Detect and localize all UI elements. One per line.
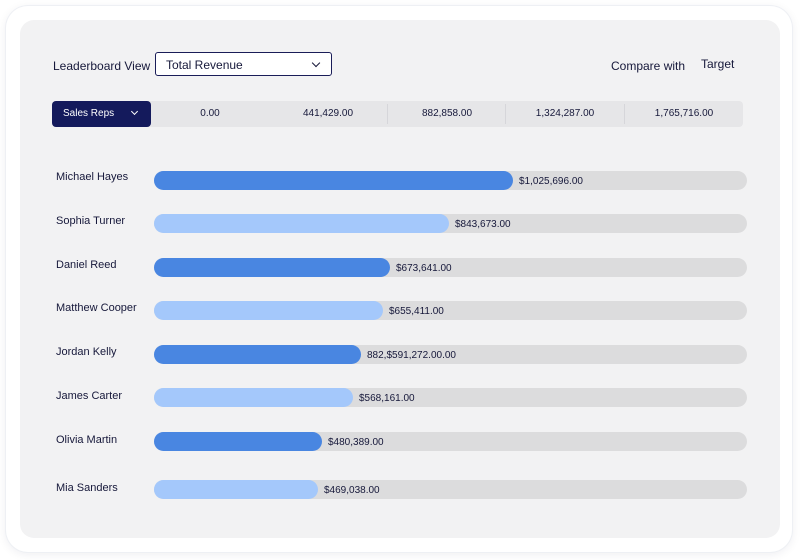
bar-value-label: $673,641.00 (396, 263, 452, 274)
rep-name: Olivia Martin (56, 434, 118, 446)
bar-value-label: $568,161.00 (359, 393, 415, 404)
bar-fill (154, 171, 513, 190)
metric-select-value: Total Revenue (166, 58, 243, 72)
bar-track (154, 171, 747, 190)
rep-name: Matthew Cooper (56, 302, 137, 314)
bar-track (154, 388, 747, 407)
bar-track (154, 432, 747, 451)
axis-tick-label: 1,324,287.00 (535, 108, 595, 119)
metric-select[interactable]: Total Revenue (155, 52, 332, 76)
leaderboard-panel (20, 20, 780, 538)
bar-fill (154, 432, 322, 451)
rep-name: Daniel Reed (56, 259, 117, 271)
bar-track (154, 480, 747, 499)
sales-reps-dropdown[interactable]: Sales Reps (52, 101, 151, 127)
compare-target-option[interactable]: Target (701, 57, 734, 72)
axis-tick-label: 882,858.00 (421, 108, 473, 119)
chevron-down-icon (311, 58, 321, 68)
bar-value-label: $843,673.00 (455, 219, 511, 230)
leaderboard-view-label: Leaderboard View (53, 59, 151, 73)
axis-divider (624, 104, 625, 124)
bar-track (154, 301, 747, 320)
bar-track (154, 214, 747, 233)
bar-fill (154, 480, 318, 499)
bar-fill (154, 345, 361, 364)
bar-fill (154, 388, 353, 407)
bar-value-label: $480,389.00 (328, 437, 384, 448)
rep-name: James Carter (56, 390, 123, 402)
rep-name: Jordan Kelly (56, 346, 117, 358)
rep-name: Mia Sanders (56, 482, 118, 494)
bar-value-label: $655,411.00 (389, 306, 444, 317)
bar-value-label: 882,$591,272.00.00 (367, 350, 456, 361)
sales-reps-label: Sales Reps (63, 108, 115, 119)
axis-tick-label: 441,429.00 (302, 108, 354, 119)
chevron-down-icon (130, 107, 139, 116)
axis-tick-label: 0.00 (200, 108, 220, 119)
axis-header (52, 101, 743, 127)
rep-name: Michael Hayes (56, 171, 129, 183)
bar-fill (154, 214, 449, 233)
bar-value-label: $1,025,696.00 (519, 176, 583, 187)
bar-fill (154, 258, 390, 277)
axis-divider (387, 104, 388, 124)
axis-tick-label: 1,765,716.00 (654, 108, 714, 119)
rep-name: Sophia Turner (56, 215, 126, 227)
bar-fill (154, 301, 383, 320)
compare-with-label: Compare with (611, 59, 686, 73)
axis-divider (505, 104, 506, 124)
bar-value-label: $469,038.00 (324, 485, 380, 496)
